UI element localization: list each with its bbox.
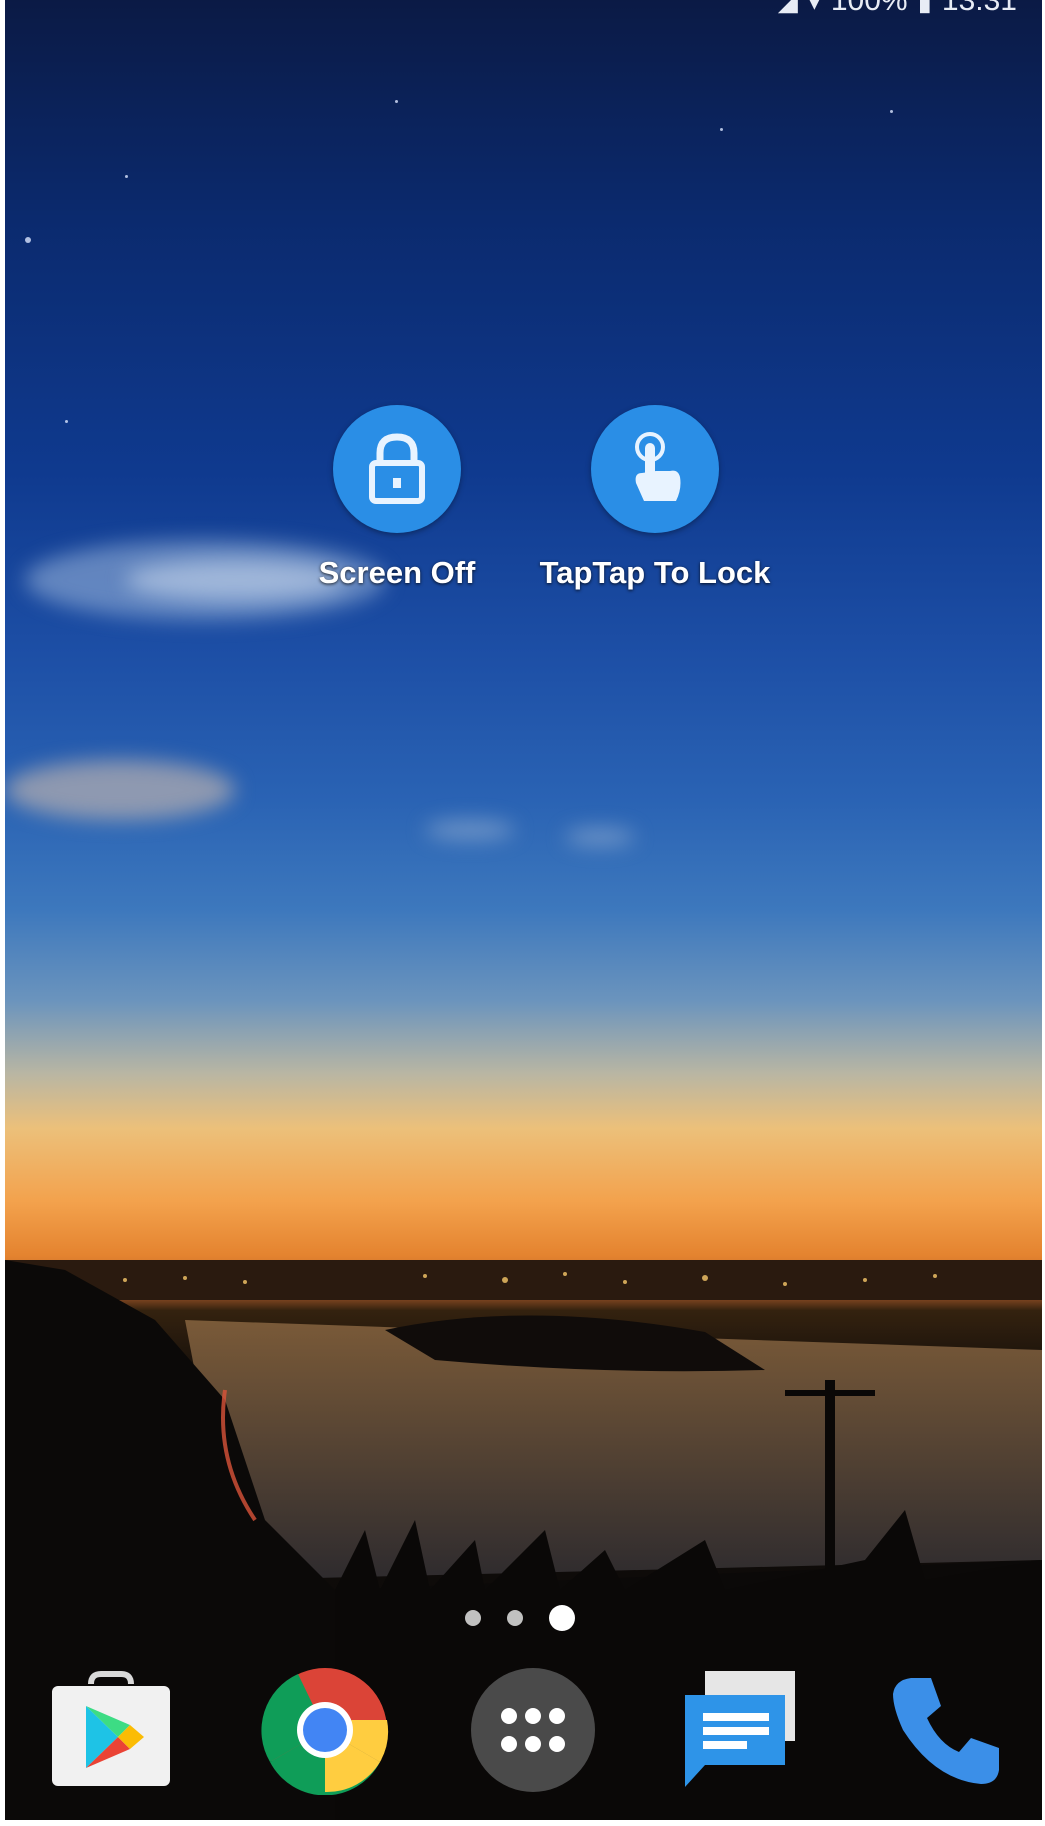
- messages-icon: [685, 1671, 795, 1787]
- screen-off-icon-circle[interactable]: [333, 405, 461, 533]
- battery-percent: 100%: [830, 0, 908, 17]
- taptap-to-lock-shortcut[interactable]: TapTap To Lock: [535, 405, 775, 591]
- screen-off-label: Screen Off: [318, 555, 476, 590]
- dock-app-chrome[interactable]: [255, 1660, 395, 1800]
- page-dot-active: [549, 1605, 575, 1631]
- lock-icon: [369, 433, 425, 504]
- page-dot: [465, 1610, 481, 1626]
- chrome-icon: [261, 1668, 389, 1795]
- taptap-icon-circle[interactable]: [591, 405, 719, 533]
- app-drawer-icon: [471, 1668, 595, 1792]
- dock-app-drawer[interactable]: [463, 1660, 603, 1800]
- page-dot: [507, 1610, 523, 1626]
- dock-app-messages[interactable]: [670, 1660, 810, 1800]
- clock: 13:31: [941, 0, 1017, 17]
- phone-icon: [893, 1678, 999, 1784]
- signal-icon: ◢: [777, 0, 798, 16]
- touch-hand-icon: [635, 432, 681, 501]
- dock-app-play-store[interactable]: [41, 1660, 181, 1800]
- dock-app-phone[interactable]: [875, 1660, 1015, 1800]
- play-store-icon: [52, 1671, 170, 1786]
- status-bar: ◢ ▾ 100% ▮ 13:31: [778, 0, 1017, 22]
- page-indicator: [465, 1605, 575, 1631]
- taptap-to-lock-label: TapTap To Lock: [539, 555, 771, 590]
- home-screen: ◢ ▾ 100% ▮ 13:31 Screen Off TapTap To Lo…: [5, 0, 1042, 1820]
- battery-icon: ▮: [917, 0, 932, 16]
- dock: [5, 1660, 1042, 1810]
- screen-off-shortcut[interactable]: Screen Off: [277, 405, 517, 591]
- wifi-icon: ▾: [807, 0, 821, 16]
